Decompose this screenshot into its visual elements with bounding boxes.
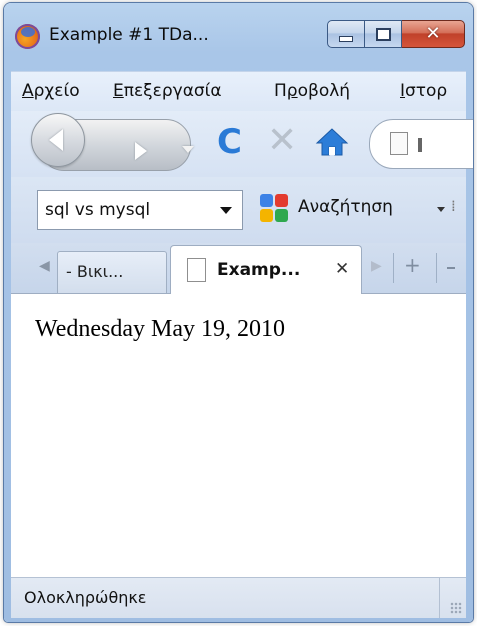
menu-view-mnemonic: ρ <box>286 81 298 101</box>
text-cursor <box>418 138 422 152</box>
google-toolbar-icon[interactable] <box>259 193 289 223</box>
navigation-toolbar: C ✕ <box>11 111 473 177</box>
date-text: Wednesday May 19, 2010 <box>35 316 286 342</box>
menu-file-label: ρχείο <box>33 81 80 101</box>
search-toolbar: sql vs mysql Αναζήτηση ⁞ <box>11 177 466 243</box>
menu-view-label-a: Π <box>274 81 287 101</box>
tab-wiki[interactable]: - Βικι... <box>57 251 167 293</box>
status-text: Ολοκληρώθηκε <box>24 588 147 607</box>
tab-divider <box>393 253 394 283</box>
menu-edit-label: πεξεργασία <box>123 81 222 101</box>
tab-close-icon[interactable]: ✕ <box>335 259 349 279</box>
title-bar[interactable]: Example #1 TDa... ✕ <box>4 3 473 63</box>
tab-list-button[interactable] <box>436 253 473 283</box>
menu-file-mnemonic: Α <box>22 81 34 101</box>
tab-scroll-left-icon[interactable]: ◀ <box>39 258 50 274</box>
tab-strip: ◀ - Βικι... Examp... ✕ ▶ + <box>11 243 466 295</box>
menu-bar: Αρχείο Επεξεργασία Προβολή Ιστορ <box>11 71 466 112</box>
close-icon: ✕ <box>425 23 441 44</box>
window-title: Example #1 TDa... <box>49 25 209 45</box>
tab-label: - Βικι... <box>66 262 124 281</box>
menu-edit-mnemonic: Ε <box>113 81 124 101</box>
browser-window: Example #1 TDa... ✕ Αρχείο Επεξεργασία Π… <box>4 3 473 622</box>
tab-label: Examp... <box>217 260 301 280</box>
search-button[interactable]: Αναζήτηση <box>298 197 393 217</box>
reload-icon[interactable]: C <box>217 125 242 159</box>
menu-edit[interactable]: Επεξεργασία <box>113 81 222 101</box>
home-icon[interactable] <box>315 125 349 159</box>
menu-history-label: στορ <box>405 81 448 101</box>
address-bar[interactable] <box>369 119 473 169</box>
back-button[interactable] <box>31 113 85 167</box>
toolbar-overflow-icon[interactable]: ⁞ <box>451 197 456 215</box>
search-dropdown-icon[interactable] <box>437 207 445 212</box>
menu-view[interactable]: Προβολή <box>274 81 350 101</box>
resize-grip[interactable] <box>450 602 462 614</box>
new-tab-icon[interactable]: + <box>404 253 421 277</box>
maximize-icon <box>375 27 391 41</box>
search-history-combo[interactable]: sql vs mysql <box>37 190 243 230</box>
menu-file[interactable]: Αρχείο <box>22 81 80 101</box>
maximize-button[interactable] <box>365 20 402 48</box>
stop-icon[interactable]: ✕ <box>267 123 297 159</box>
window-controls: ✕ <box>327 20 465 48</box>
menu-history[interactable]: Ιστορ <box>400 81 447 101</box>
tab-example-active[interactable]: Examp... ✕ <box>170 245 362 295</box>
tab-scroll-right-icon[interactable]: ▶ <box>371 258 382 274</box>
history-dropdown-icon[interactable] <box>182 146 194 153</box>
menu-view-label-b: οβολή <box>297 81 351 101</box>
page-content: Wednesday May 19, 2010 <box>11 294 466 577</box>
firefox-icon[interactable] <box>15 24 40 49</box>
page-icon <box>390 132 408 155</box>
chevron-down-icon[interactable] <box>220 206 232 214</box>
search-query[interactable]: sql vs mysql <box>45 200 220 220</box>
close-button[interactable]: ✕ <box>402 20 465 48</box>
page-icon <box>187 258 206 282</box>
forward-icon[interactable] <box>135 142 147 160</box>
status-bar: Ολοκληρώθηκε <box>11 577 466 618</box>
status-divider <box>439 578 440 618</box>
back-icon <box>49 129 63 151</box>
minimize-icon <box>339 36 353 42</box>
minimize-button[interactable] <box>327 20 365 48</box>
